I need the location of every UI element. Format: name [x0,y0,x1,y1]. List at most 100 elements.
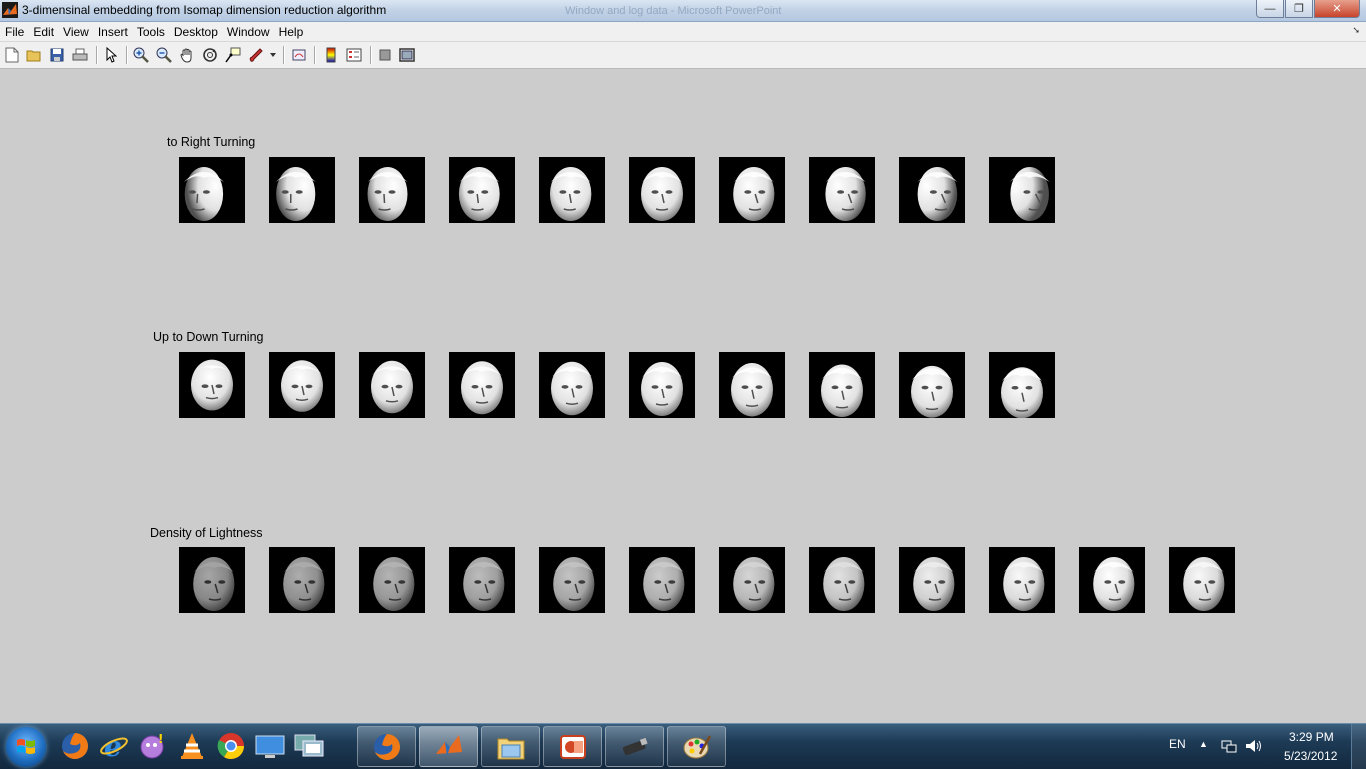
menu-view[interactable]: View [59,25,93,39]
taskbar-explorer-window[interactable] [481,726,540,767]
face-thumbnail [809,547,875,613]
restore-icon: ❐ [1294,3,1304,15]
face-thumbnail [989,157,1055,223]
print-icon[interactable] [71,46,89,64]
face-thumbnail [989,352,1055,418]
vlc-icon[interactable] [175,729,209,763]
paint-icon [683,734,711,758]
zoom-out-icon[interactable] [155,46,173,64]
brush-dropdown-icon[interactable] [268,46,278,64]
desktop-icon[interactable] [253,729,287,763]
zoom-in-icon[interactable] [132,46,150,64]
pan-hand-icon[interactable] [178,46,196,64]
network-icon[interactable] [1221,738,1237,757]
menu-dock-arrow-icon[interactable]: ➘ [1352,25,1360,36]
close-button[interactable]: ✕ [1314,0,1360,18]
show-desktop-button[interactable] [1351,724,1366,769]
volume-icon[interactable] [1245,738,1263,757]
matlab-icon [2,2,18,18]
restore-button[interactable]: ❐ [1285,0,1313,18]
face-thumbnail [269,352,335,418]
yahoo-messenger-icon[interactable]: ! [136,729,170,763]
taskbar: e ! EN ▲ 3:29 PM 5/23/2012 [0,723,1366,769]
face-thumbnail [809,352,875,418]
taskbar-firefox-window[interactable] [357,726,416,767]
minimize-icon: — [1264,2,1276,15]
menu-tools[interactable]: Tools [133,25,169,39]
powerpoint-icon [559,734,586,759]
face-thumbnail [899,157,965,223]
face-thumbnail [539,352,605,418]
show-plot-tools-icon[interactable] [398,46,416,64]
face-thumbnail [449,157,515,223]
face-thumbnail [539,547,605,613]
menu-window[interactable]: Window [223,25,274,39]
taskbar-powerpoint-window[interactable] [543,726,602,767]
taskbar-matlab-window[interactable] [419,726,478,767]
figure-canvas[interactable]: to Right Turning Up to Down Turning Dens… [0,69,1366,723]
open-file-icon[interactable] [25,46,43,64]
new-figure-icon[interactable] [3,46,21,64]
face-thumbnail [179,157,245,223]
clock-date[interactable]: 5/23/2012 [1284,749,1337,763]
title-bar[interactable]: 3-dimensinal embedding from Isomap dimen… [0,0,1366,22]
close-icon: ✕ [1332,3,1342,15]
face-thumbnail [359,157,425,223]
menu-edit[interactable]: Edit [29,25,58,39]
face-thumbnail [449,547,515,613]
face-thumbnail [719,352,785,418]
pointer-icon[interactable] [102,46,120,64]
svg-text:!: ! [158,732,163,746]
face-thumbnail [179,352,245,418]
save-icon[interactable] [48,46,66,64]
face-thumbnail [899,352,965,418]
face-thumbnail [539,157,605,223]
face-thumbnail [899,547,965,613]
colorbar-icon[interactable] [322,46,340,64]
tray-expand-arrow-icon[interactable]: ▲ [1199,739,1208,749]
start-orb-icon[interactable] [6,727,46,767]
face-thumbnail [359,352,425,418]
svg-text:e: e [104,731,122,761]
internet-explorer-icon[interactable]: e [97,729,131,763]
rotate-3d-icon[interactable] [201,46,219,64]
taskbar-paint-window[interactable] [667,726,726,767]
chrome-icon[interactable] [214,729,248,763]
clock-time[interactable]: 3:29 PM [1289,730,1334,744]
face-thumbnail [719,157,785,223]
face-thumbnail [179,547,245,613]
background-window-title: Window and log data - Microsoft PowerPoi… [565,5,782,17]
hide-plot-tools-icon[interactable] [376,46,394,64]
face-thumbnail [269,157,335,223]
link-plot-icon[interactable] [290,46,308,64]
face-thumbnail [449,352,515,418]
menu-insert[interactable]: Insert [94,25,132,39]
face-thumbnail [629,352,695,418]
menu-desktop[interactable]: Desktop [170,25,222,39]
brush-icon[interactable] [247,46,265,64]
face-thumbnail [1169,547,1235,613]
menu-file[interactable]: File [1,25,28,39]
face-thumbnail [359,547,425,613]
firefox-icon [373,733,400,760]
language-indicator[interactable]: EN [1169,737,1186,751]
row-label-up-down-turning: Up to Down Turning [153,330,264,344]
face-thumbnail [719,547,785,613]
menu-help[interactable]: Help [275,25,308,39]
usb-drive-icon [622,737,648,755]
face-thumbnail [989,547,1055,613]
menu-bar: File Edit View Insert Tools Desktop Wind… [0,22,1366,42]
row-label-right-turning: to Right Turning [167,135,256,149]
legend-icon[interactable] [345,46,363,64]
minimize-button[interactable]: — [1256,0,1284,18]
matlab-icon [435,734,462,756]
face-thumbnail [629,157,695,223]
taskbar-usb-window[interactable] [605,726,664,767]
face-thumbnail [269,547,335,613]
figure-toolbar [0,42,1366,69]
data-cursor-icon[interactable] [224,46,242,64]
firefox-icon[interactable] [58,729,92,763]
remote-desktop-icon[interactable] [292,729,326,763]
face-thumbnail [809,157,875,223]
explorer-folder-icon [497,738,524,759]
